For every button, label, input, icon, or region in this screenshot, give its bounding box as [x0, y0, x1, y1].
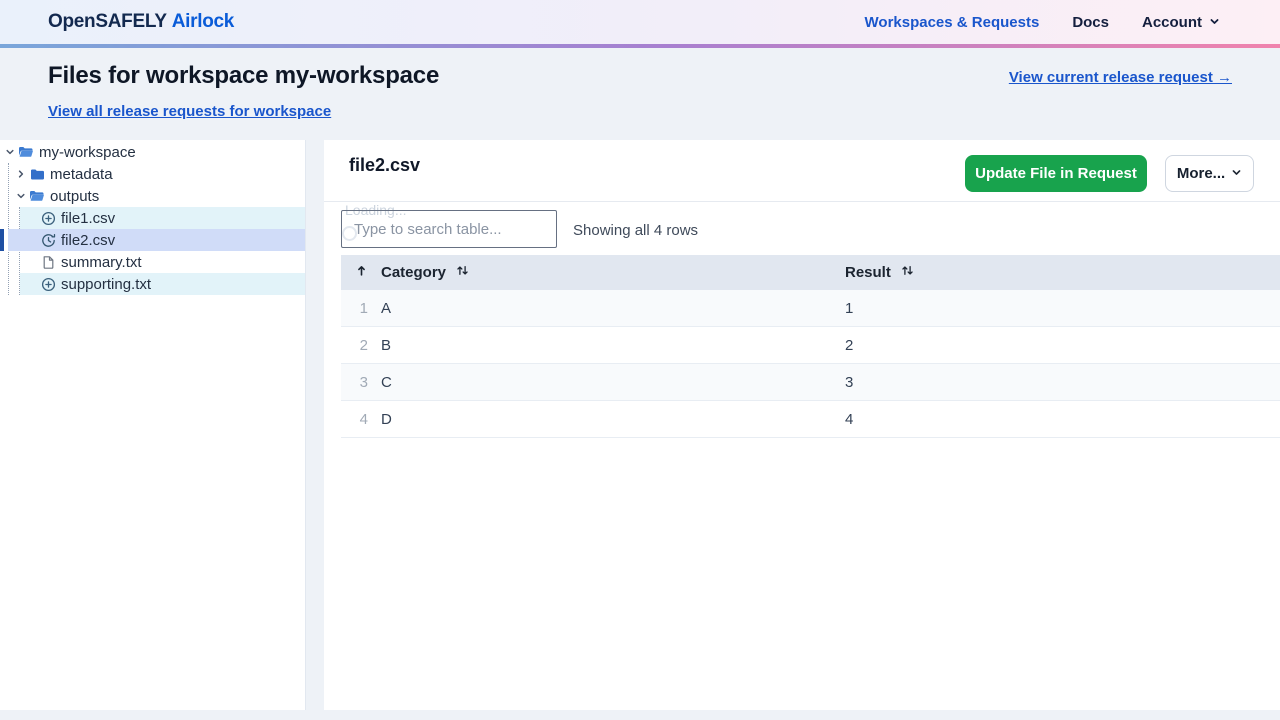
- file-panel-header: file2.csv Update File in Request More...: [324, 140, 1280, 202]
- column-header-result[interactable]: Result: [845, 264, 1280, 281]
- more-button-label: More...: [1177, 165, 1225, 182]
- chevron-down-icon: [1231, 165, 1242, 182]
- update-file-in-request-button[interactable]: Update File in Request: [965, 155, 1147, 192]
- airlock-app: OpenSAFELYAirlock Workspaces & Requests …: [0, 0, 1280, 720]
- result-cell: 2: [845, 337, 1280, 354]
- nav-workspaces-requests[interactable]: Workspaces & Requests: [865, 14, 1040, 31]
- tree-item-label: file1.csv: [61, 210, 115, 227]
- row-number-cell: 4: [341, 411, 381, 428]
- chevron-down-icon: [1209, 14, 1220, 31]
- file-actions: Update File in Request More...: [965, 155, 1254, 192]
- result-cell: 4: [845, 411, 1280, 428]
- navbar-links: Workspaces & Requests Docs Account: [865, 14, 1220, 31]
- all-release-requests-link[interactable]: View all release requests for workspace: [48, 103, 331, 120]
- row-number-cell: 3: [341, 374, 381, 391]
- tree-item-file1-csv[interactable]: file1.csv: [20, 207, 305, 229]
- nav-account-menu[interactable]: Account: [1142, 14, 1220, 31]
- column-header-category[interactable]: Category: [381, 264, 845, 281]
- tree-item-metadata[interactable]: metadata: [0, 163, 305, 185]
- tree-item-label: metadata: [50, 166, 113, 183]
- category-cell: C: [381, 374, 845, 391]
- logo-primary: OpenSAFELY: [48, 11, 167, 32]
- table-row: 2 B 2: [341, 327, 1280, 364]
- app-logo[interactable]: OpenSAFELYAirlock: [48, 11, 234, 33]
- nav-docs[interactable]: Docs: [1072, 14, 1109, 31]
- logo-secondary: Airlock: [172, 11, 234, 32]
- table-search-input[interactable]: [341, 210, 557, 248]
- more-menu-button[interactable]: More...: [1165, 155, 1254, 192]
- page-header: Files for workspace my-workspace View al…: [0, 48, 1280, 140]
- table-header-row: Category Result: [341, 255, 1280, 290]
- page-title: Files for workspace my-workspace: [48, 62, 439, 90]
- row-number-cell: 1: [341, 300, 381, 317]
- current-release-request-link[interactable]: View current release request →: [1009, 69, 1232, 86]
- result-cell: 1: [845, 300, 1280, 317]
- category-cell: A: [381, 300, 845, 317]
- column-header-label: Result: [845, 264, 891, 281]
- circle-plus-icon: [40, 277, 56, 292]
- table-row: 1 A 1: [341, 290, 1280, 327]
- file-tree: my-workspace metadata outputs: [0, 141, 305, 295]
- tree-item-summary-txt[interactable]: summary.txt: [0, 251, 305, 273]
- tree-item-my-workspace[interactable]: my-workspace: [0, 141, 305, 163]
- tree-item-file2-csv-selected[interactable]: file2.csv: [8, 229, 305, 251]
- tree-item-label: supporting.txt: [61, 276, 151, 293]
- circle-plus-icon: [40, 211, 56, 226]
- clock-update-icon: [40, 233, 56, 248]
- row-number-sort-header[interactable]: [341, 264, 381, 281]
- nav-account-label: Account: [1142, 14, 1202, 31]
- selected-item-marker: [0, 229, 4, 251]
- row-number-cell: 2: [341, 337, 381, 354]
- top-navbar: OpenSAFELYAirlock Workspaces & Requests …: [0, 0, 1280, 44]
- folder-icon: [29, 168, 45, 181]
- sort-ascending-icon: [355, 264, 368, 281]
- tree-item-label: my-workspace: [39, 144, 136, 161]
- chevron-down-icon[interactable]: [15, 191, 27, 201]
- rows-summary-text: Showing all 4 rows: [573, 222, 698, 239]
- category-cell: D: [381, 411, 845, 428]
- table-row: 4 D 4: [341, 401, 1280, 438]
- chevron-down-icon[interactable]: [4, 147, 16, 157]
- sort-toggle-icon: [901, 264, 914, 281]
- chevron-right-icon[interactable]: [15, 169, 27, 179]
- column-header-label: Category: [381, 264, 446, 281]
- tree-item-label: outputs: [50, 188, 99, 205]
- tree-item-outputs[interactable]: outputs: [0, 185, 305, 207]
- file-content-panel: file2.csv Update File in Request More...…: [324, 140, 1280, 710]
- tree-item-label: summary.txt: [61, 254, 142, 271]
- folder-open-icon: [18, 145, 34, 159]
- sort-toggle-icon: [456, 264, 469, 281]
- table-toolbar: Loading... Showing all 4 rows: [324, 202, 1280, 255]
- tree-item-label: file2.csv: [61, 232, 115, 249]
- file-tree-sidebar: my-workspace metadata outputs: [0, 140, 306, 710]
- folder-open-icon: [29, 189, 45, 203]
- file-title: file2.csv: [349, 155, 420, 176]
- document-icon: [40, 255, 56, 270]
- category-cell: B: [381, 337, 845, 354]
- csv-data-table: Category Result 1 A 1 2: [341, 255, 1280, 438]
- table-row: 3 C 3: [341, 364, 1280, 401]
- tree-item-supporting-txt[interactable]: supporting.txt: [20, 273, 305, 295]
- result-cell: 3: [845, 374, 1280, 391]
